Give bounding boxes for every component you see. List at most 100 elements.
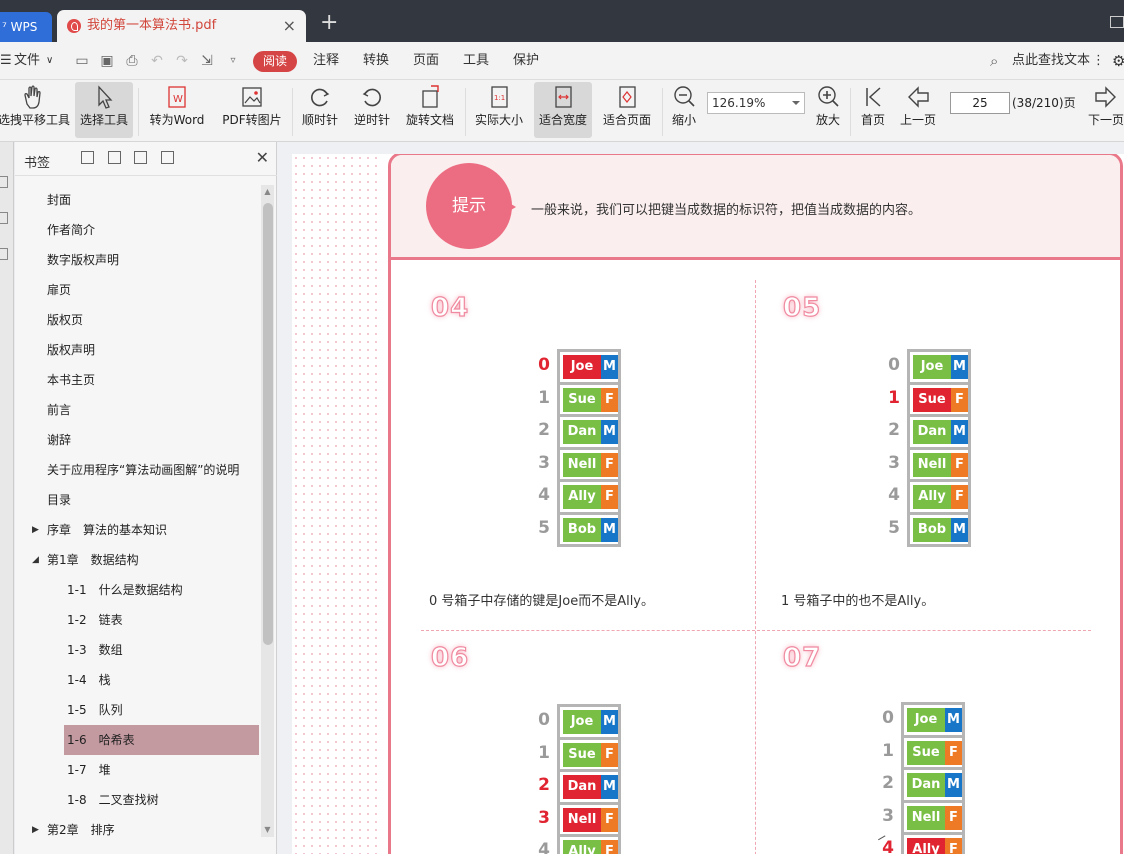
redo-icon[interactable]: ↷ [174,53,190,69]
slot-index: 0 [882,708,894,728]
settings-gear-icon[interactable]: ⚙ [1112,42,1124,80]
menu-annotate[interactable]: 注释 [313,42,339,80]
sidebar-item-label: 第2章 排序 [47,823,115,837]
convert-to-word-button[interactable]: W 转为Word [146,82,208,138]
sidebar-item[interactable]: 目录 [15,485,261,515]
slot-key: Sue [563,387,601,412]
previous-page-button[interactable]: 上一页 [898,82,938,138]
slot-value: F [601,452,618,477]
select-tool-button[interactable]: 选择工具 [75,82,133,138]
collapse-all-icon[interactable] [108,151,121,164]
sidebar-item[interactable]: 版权声明 [15,335,261,365]
read-mode-button[interactable]: 阅读 [253,51,297,72]
scroll-up-icon[interactable]: ▲ [261,185,274,199]
sidebar-item[interactable]: 版权页 [15,305,261,335]
rotate-clockwise-button[interactable]: 顺时针 [298,82,342,138]
expand-arrow-icon[interactable]: ▶ [32,515,39,545]
slot-index: 2 [882,773,894,793]
pdf-to-image-button[interactable]: PDF转图片 [220,82,284,138]
sidebar-item[interactable]: 前言 [15,395,261,425]
menu-bar: ☰ 文件 ∨ ▭ ▣ ⎙ ↶ ↷ ⇲ ▿ 阅读 注释 转换 页面 工具 保护 ⌕… [0,42,1124,80]
menu-convert[interactable]: 转换 [363,42,389,80]
hash-slot: 2 Dan M [538,414,621,447]
hash-slot: 4 Ally F [538,479,621,512]
close-tab-button[interactable]: × [283,10,296,42]
save-icon[interactable]: ▣ [99,53,115,69]
actual-size-button[interactable]: 1:1 实际大小 [472,82,526,138]
wps-home-tab[interactable]: ⁷ WPS [0,12,52,42]
sidebar-item[interactable]: 封面 [15,185,261,215]
sidebar-item[interactable]: ◢ 第1章 数据结构 [15,545,261,575]
sidebar-scrollbar[interactable]: ▲ ▼ [261,185,274,837]
sidebar-item[interactable]: 本书主页 [15,365,261,395]
sidebar-item[interactable]: 1-3 数组 [15,635,261,665]
sidebar-item[interactable]: 1-5 队列 [15,695,261,725]
sidebar-item[interactable]: 关于应用程序“算法动画图解”的说明 [15,455,261,485]
sidebar-item[interactable]: 1-8 二叉查找树 [15,785,261,815]
thumbnail-panel-icon[interactable] [0,212,8,224]
slot-box: Ally F [557,479,621,512]
new-tab-button[interactable]: + [320,10,338,35]
zoom-level-select[interactable]: 126.19% [707,92,805,114]
slot-value: F [601,387,618,412]
bookmark-panel-icon[interactable] [0,176,8,188]
collapse-arrow-icon[interactable]: ◢ [32,545,39,575]
menu-protect[interactable]: 保护 [513,42,539,80]
search-icon[interactable]: ⌕ [990,42,998,80]
document-tab[interactable]: 我的第一本算法书.pdf × [57,10,306,42]
slot-index: 3 [538,807,550,828]
first-page-button[interactable]: 首页 [856,82,890,138]
hamburger-icon[interactable]: ☰ [0,42,12,80]
close-sidebar-icon[interactable]: ✕ [256,148,269,167]
scroll-down-icon[interactable]: ▼ [261,823,274,837]
file-menu-chevron-icon[interactable]: ∨ [46,42,53,80]
more-chevron-icon[interactable]: ▿ [225,53,241,69]
file-menu[interactable]: 文件 [14,42,40,80]
sidebar-item[interactable]: 数字版权声明 [15,245,261,275]
sidebar-item[interactable]: 1-1 什么是数据结构 [15,575,261,605]
slot-value: M [945,773,962,797]
next-page-button[interactable]: 下一页 [1086,82,1124,138]
slot-box: Ally F [557,834,621,854]
zoom-out-button[interactable]: 缩小 [668,82,700,138]
scrollbar-thumb[interactable] [263,203,273,645]
sidebar-item[interactable]: 作者简介 [15,215,261,245]
slot-index: 0 [538,710,550,730]
sidebar-item[interactable]: 1-7 堆 [15,755,261,785]
open-folder-icon[interactable]: ▭ [74,53,90,69]
expand-all-icon[interactable] [81,151,94,164]
attachment-panel-icon[interactable] [0,248,8,260]
menu-tools[interactable]: 工具 [463,42,489,80]
fit-page-button[interactable]: 适合页面 [600,82,654,138]
hash-slot: 2 Dan M [888,414,971,447]
slot-index: 4 [538,485,550,505]
sidebar-item[interactable]: 谢辞 [15,425,261,455]
expand-arrow-icon[interactable]: ▶ [32,815,39,845]
slot-index: 3 [888,452,900,473]
window-layout-icon[interactable] [1110,16,1124,28]
slot-value: F [601,742,618,767]
rotate-counterclockwise-button[interactable]: 逆时针 [350,82,394,138]
pan-tool-button[interactable]: 选拽平移工具 [0,82,70,138]
export-icon[interactable]: ⇲ [199,53,215,69]
sidebar-item[interactable]: ▶ 序章 算法的基本知识 [15,515,261,545]
sidebar-item[interactable]: 扉页 [15,275,261,305]
rotate-document-button[interactable]: 旋转文档 [403,82,457,138]
print-icon[interactable]: ⎙ [124,53,140,69]
zoom-in-button[interactable]: 放大 [812,82,844,138]
undo-icon[interactable]: ↶ [149,53,165,69]
add-bookmark-icon[interactable] [134,151,147,164]
sidebar-item[interactable]: ▶ 第2章 排序 [15,815,261,845]
menu-page[interactable]: 页面 [413,42,439,80]
hash-slot: 0 Joe M [882,702,965,735]
more-options-icon[interactable]: ⋮ [1092,42,1105,80]
previous-page-label: 上一页 [899,113,936,127]
sidebar-item[interactable]: 1-2 链表 [15,605,261,635]
bookmark-options-icon[interactable] [161,151,174,164]
sidebar-item[interactable]: 1-4 栈 [15,665,261,695]
fit-width-label: 适合宽度 [538,113,587,127]
sidebar-item[interactable]: 1-6 哈希表 [64,725,259,755]
search-text-button[interactable]: 点此查找文本 [1012,42,1090,80]
page-number-input[interactable]: 25 [950,92,1010,114]
fit-width-button[interactable]: 适合宽度 [534,82,592,138]
